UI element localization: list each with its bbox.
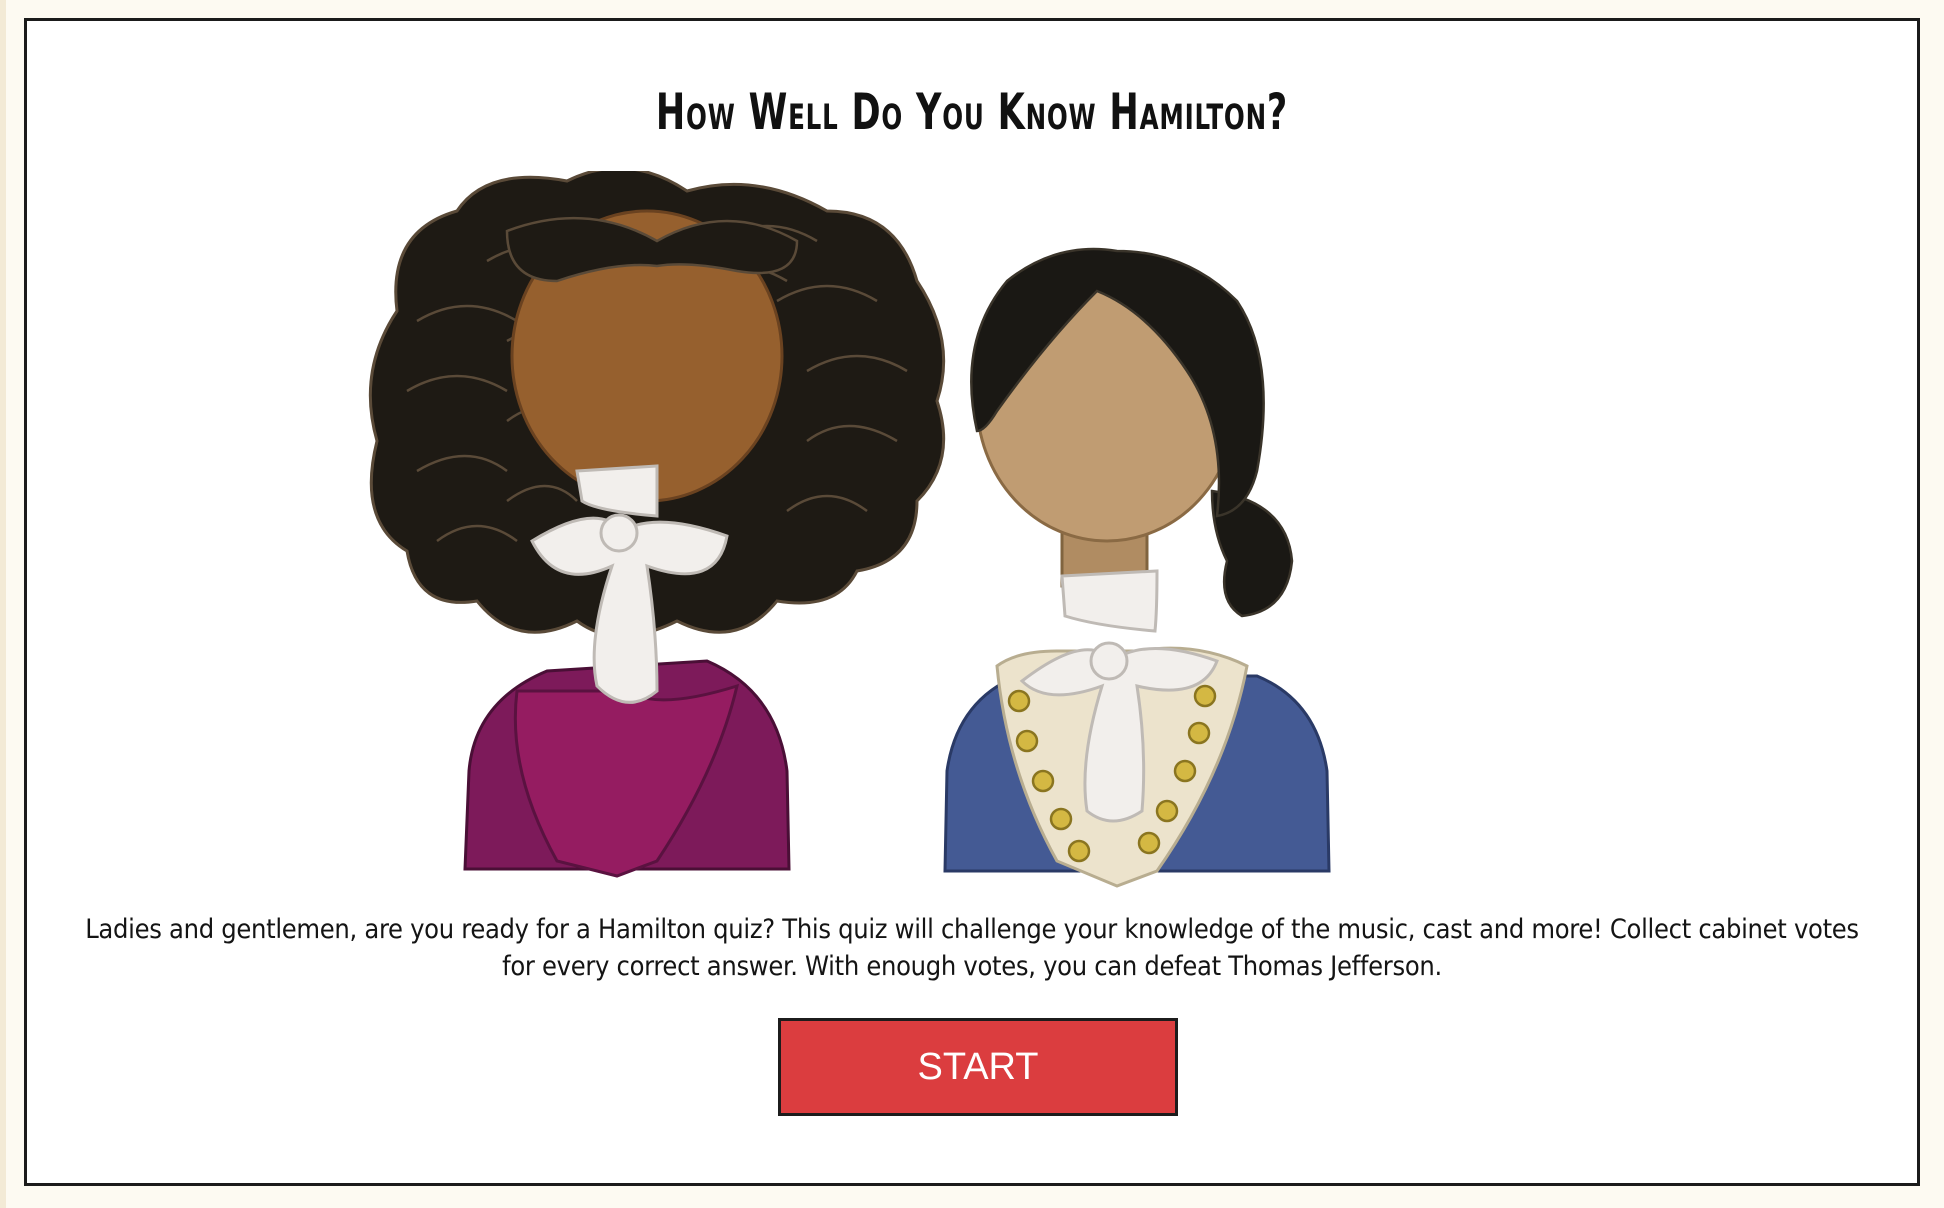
page-edge	[0, 0, 6, 1208]
jefferson-character-illustration	[368, 171, 946, 878]
hamilton-illustration	[368, 171, 1331, 888]
hamilton-character-illustration	[943, 247, 1331, 888]
quiz-title: How Well Do You Know Hamilton?	[655, 83, 1289, 141]
quiz-description: Ladies and gentlemen, are you ready for …	[85, 914, 1859, 982]
start-button[interactable]: START	[778, 1018, 1178, 1116]
quiz-card: How Well Do You Know Hamilton? Ladies an…	[24, 18, 1920, 1186]
hamilton-cravat	[1060, 569, 1159, 633]
